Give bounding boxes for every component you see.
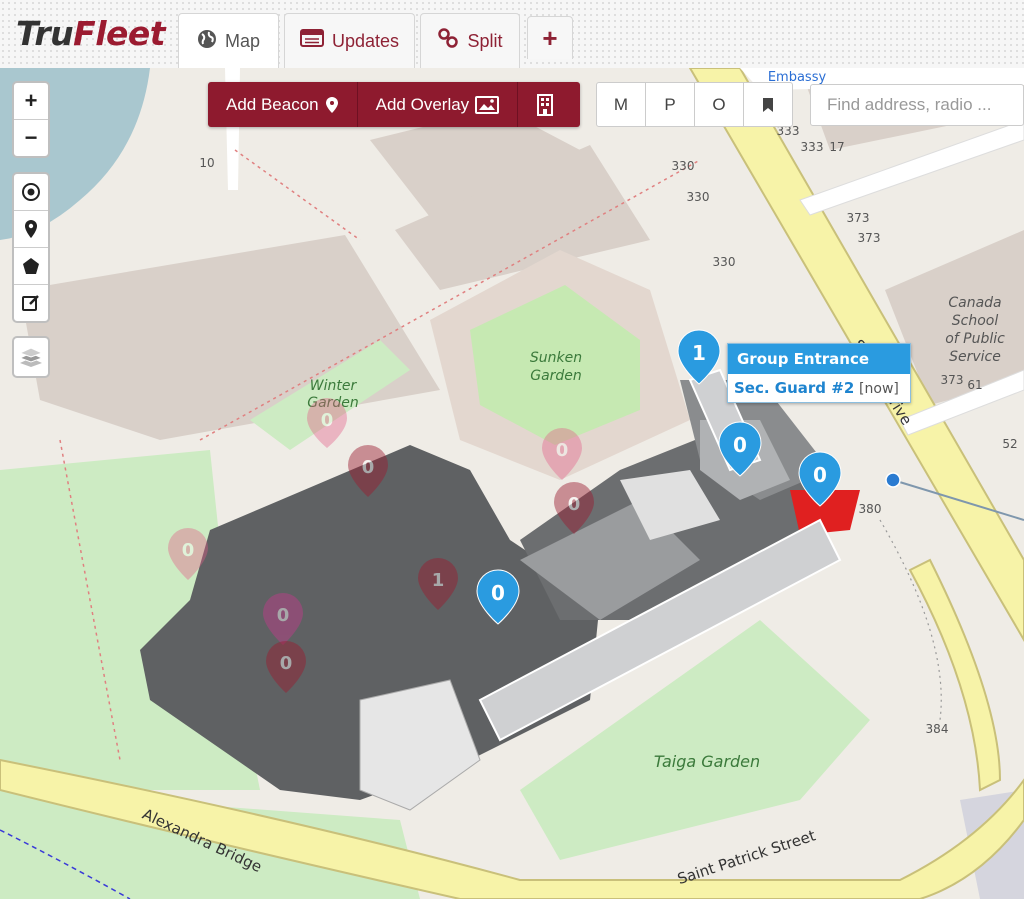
svg-text:0: 0 <box>813 463 827 487</box>
view-toggle-group: M P O <box>596 82 793 127</box>
svg-text:1: 1 <box>692 341 706 365</box>
tab-split[interactable]: Split <box>420 13 520 68</box>
edit-layers-button[interactable] <box>14 285 48 321</box>
beacon-marker-faded[interactable]: 0 <box>542 428 582 480</box>
view-toggle-o[interactable]: O <box>695 83 744 126</box>
popup-entry-status: [now] <box>859 381 899 397</box>
view-toggle-m[interactable]: M <box>597 83 646 126</box>
map-pin-icon <box>325 96 338 113</box>
view-toggle-p[interactable]: P <box>646 83 695 126</box>
beacon-toolbar: Add Beacon Add Overlay <box>208 82 580 127</box>
layers-control[interactable] <box>12 336 50 378</box>
add-beacon-button[interactable]: Add Beacon <box>208 82 358 127</box>
globe-icon <box>197 29 217 55</box>
layers-button[interactable] <box>14 338 48 376</box>
svg-text:0: 0 <box>491 581 505 605</box>
beacon-marker-faded[interactable]: 0 <box>263 593 303 645</box>
zoom-control: + − <box>12 81 50 158</box>
image-icon <box>475 95 500 114</box>
edit-icon <box>22 295 39 311</box>
pentagon-icon <box>23 258 39 274</box>
beacon-marker-faded[interactable]: 0 <box>348 445 388 497</box>
top-bar: TruFleet Map Updates Split + <box>0 0 1024 69</box>
address-search-input[interactable] <box>810 84 1024 126</box>
beacon-marker-faded[interactable]: 0 <box>554 482 594 534</box>
add-tab-button[interactable]: + <box>527 16 573 59</box>
beacon-marker[interactable]: 0 <box>718 421 762 477</box>
target-icon <box>22 183 40 201</box>
svg-text:0: 0 <box>182 540 195 561</box>
draw-toolbar <box>12 172 50 323</box>
svg-text:0: 0 <box>362 457 375 478</box>
bookmark-icon <box>763 97 773 112</box>
bookmark-button[interactable] <box>744 83 792 126</box>
plus-icon: + <box>542 22 558 53</box>
popup-entry[interactable]: Sec. Guard #2 [now] <box>728 374 910 402</box>
building-button[interactable] <box>518 82 572 127</box>
link-icon <box>437 27 459 55</box>
add-overlay-button[interactable]: Add Overlay <box>358 82 519 127</box>
add-marker-button[interactable] <box>14 211 48 248</box>
beacon-marker-faded[interactable]: 0 <box>168 528 208 580</box>
beacon-markers: 0 0 0 0 0 1 0 0 1 0 0 0 <box>168 329 842 693</box>
svg-text:0: 0 <box>733 433 747 457</box>
popup-entry-name[interactable]: Sec. Guard #2 <box>734 379 854 397</box>
draw-polygon-button[interactable] <box>14 248 48 285</box>
svg-text:0: 0 <box>568 494 581 515</box>
beacon-popup[interactable]: Group Entrance Sec. Guard #2 [now] <box>727 343 911 403</box>
tab-map[interactable]: Map <box>178 13 279 69</box>
beacon-marker-faded[interactable]: 1 <box>418 558 458 610</box>
zoom-out-button[interactable]: − <box>14 120 48 156</box>
svg-text:1: 1 <box>432 570 445 591</box>
beacon-marker-faded[interactable]: 0 <box>307 398 347 448</box>
calendar-icon <box>299 28 324 54</box>
svg-text:0: 0 <box>556 440 569 461</box>
beacon-marker[interactable]: 1 <box>677 329 721 385</box>
layers-icon <box>18 347 44 367</box>
svg-text:0: 0 <box>280 653 293 674</box>
beacon-marker[interactable]: 0 <box>476 569 520 625</box>
map-canvas[interactable]: Sunken Garden Winter Garden Taiga Garden… <box>0 68 1024 899</box>
zoom-in-button[interactable]: + <box>14 83 48 120</box>
svg-text:0: 0 <box>277 605 290 626</box>
popup-title: Group Entrance <box>728 344 910 374</box>
map-pin-icon <box>25 220 37 238</box>
app-logo: TruFleet <box>16 14 166 53</box>
beacon-marker[interactable]: 0 <box>798 451 842 507</box>
svg-text:0: 0 <box>321 410 334 431</box>
tab-updates[interactable]: Updates <box>284 13 415 68</box>
building-icon <box>537 93 554 116</box>
locate-button[interactable] <box>14 174 48 211</box>
beacon-marker-faded[interactable]: 0 <box>266 641 306 693</box>
